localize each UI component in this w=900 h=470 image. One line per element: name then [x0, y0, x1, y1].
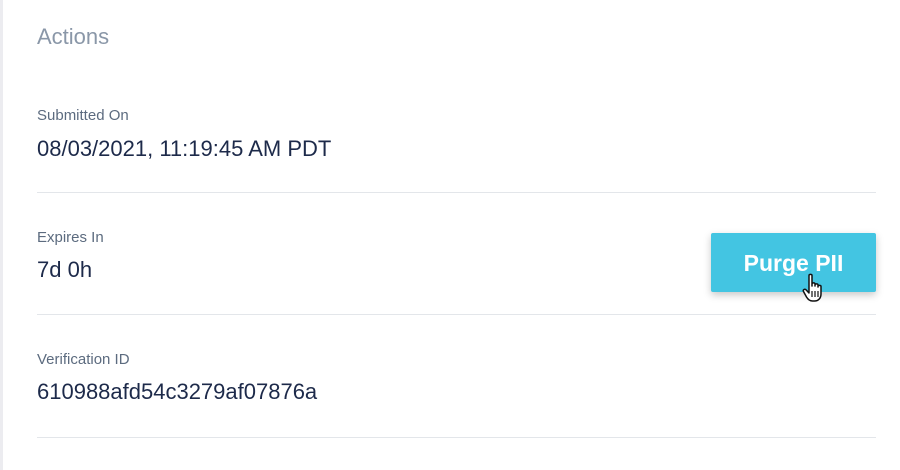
verification-id-label: Verification ID [37, 351, 130, 368]
submitted-on-value: 08/03/2021, 11:19:45 AM PDT [37, 136, 332, 161]
submitted-on-label: Submitted On [37, 107, 129, 124]
expires-in-label: Expires In [37, 229, 104, 246]
hand-pointer-icon [802, 273, 822, 302]
submitted-on-row: Submitted On 08/03/2021, 11:19:45 AM PDT [37, 0, 876, 193]
verification-id-value: 610988afd54c3279af07876a [37, 379, 318, 404]
verification-id-row: Verification ID 610988afd54c3279af07876a [37, 315, 876, 438]
purge-pii-button[interactable]: Purge PII [711, 233, 876, 292]
panel-left-border [0, 0, 3, 470]
expires-in-value: 7d 0h [37, 257, 93, 282]
